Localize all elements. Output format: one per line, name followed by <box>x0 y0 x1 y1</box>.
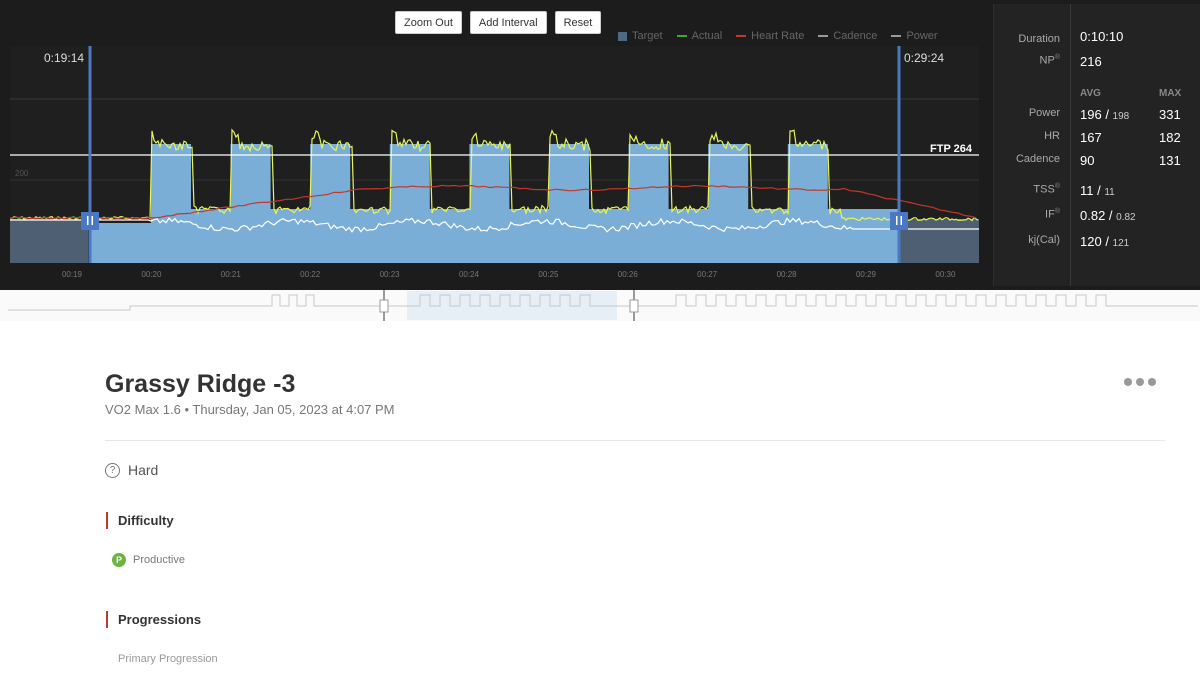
cadence-label: Cadence <box>1015 153 1060 165</box>
legend-marker-icon <box>736 35 747 37</box>
if-label: IF® <box>1045 208 1060 221</box>
avg-header: AVG <box>1080 88 1101 99</box>
selection-end-handle[interactable] <box>890 212 908 230</box>
np-value: 216 <box>1080 54 1102 69</box>
selection-start-time: 0:19:14 <box>44 51 85 65</box>
hr-avg: 167 <box>1080 130 1102 145</box>
y-tick-label: 200 <box>15 169 29 178</box>
selection-end-marker <box>897 46 901 263</box>
x-tick-label: 00:21 <box>221 270 242 279</box>
progressions-title: Progressions <box>106 611 201 628</box>
reset-button[interactable]: Reset <box>554 11 602 34</box>
workout-chart-panel: 00:19 00:20 00:21 00:22 00:23 00:24 00:25 00:26… <box>0 0 1200 290</box>
legend-label: Actual <box>691 30 723 42</box>
duration-label: Duration <box>1018 33 1060 45</box>
power-label: Power <box>1028 107 1060 119</box>
feel-row[interactable]: ? Hard <box>105 462 158 478</box>
difficulty-row: P Productive <box>112 553 185 567</box>
primary-progression-label: Primary Progression <box>118 653 218 665</box>
help-icon: ? <box>105 462 120 478</box>
overview-navigator[interactable] <box>0 290 1200 321</box>
more-options-icon[interactable] <box>1124 378 1156 386</box>
cadence-avg: 90 <box>1080 153 1095 168</box>
legend-label: Heart Rate <box>751 30 805 42</box>
x-tick-label: 00:19 <box>62 270 83 279</box>
x-tick-label: 00:22 <box>300 270 321 279</box>
x-tick-label: 00:28 <box>777 270 798 279</box>
workout-title: Grassy Ridge -3 <box>105 370 296 398</box>
x-tick-label: 00:30 <box>935 270 956 279</box>
legend-item-target[interactable]: Target <box>618 30 663 42</box>
stats-divider <box>1070 4 1071 286</box>
power-chart-svg[interactable]: 00:19 00:20 00:21 00:22 00:23 00:24 00:25 00:26… <box>9 46 979 281</box>
cadence-max: 131 <box>1159 153 1181 168</box>
productive-badge-icon: P <box>112 553 126 567</box>
legend-label: Cadence <box>833 30 878 42</box>
kj-value: 120 / 121 <box>1080 234 1130 249</box>
pause-icon <box>896 216 898 225</box>
legend-item-power[interactable]: Power <box>891 30 938 42</box>
power-chart[interactable]: 00:19 00:20 00:21 00:22 00:23 00:24 00:25 00:26… <box>9 46 979 279</box>
legend-item-cadence[interactable]: Cadence <box>818 30 877 42</box>
duration-value: 0:10:10 <box>1080 29 1124 44</box>
workout-subtitle: VO2 Max 1.6 • Thursday, Jan 05, 2023 at … <box>105 402 395 417</box>
kj-label: kj(Cal) <box>1028 234 1060 246</box>
np-label: NP® <box>1039 54 1060 67</box>
legend-item-heart-rate[interactable]: Heart Rate <box>736 30 804 42</box>
ftp-label: FTP 264 <box>930 143 972 155</box>
target-area <box>90 144 899 263</box>
zoom-out-button[interactable]: Zoom Out <box>395 11 462 34</box>
workout-details: Grassy Ridge -3 VO2 Max 1.6 • Thursday, … <box>0 321 1200 675</box>
difficulty-title: Difficulty <box>106 512 174 529</box>
if-value: 0.82 / 0.82 <box>1080 208 1136 223</box>
legend-marker-icon <box>891 35 902 37</box>
outside-target-left <box>10 219 88 263</box>
x-tick-label: 00:25 <box>538 270 559 279</box>
legend-marker-icon <box>618 31 627 41</box>
tss-value: 11 / 11 <box>1080 183 1115 198</box>
legend-marker-icon <box>818 35 829 37</box>
overview-svg[interactable] <box>0 290 1200 321</box>
pause-icon <box>900 216 902 225</box>
chart-toolbar: Zoom Out Add Interval Reset <box>395 11 602 34</box>
x-tick-label: 00:27 <box>697 270 718 279</box>
outside-target-right <box>900 219 979 263</box>
divider <box>105 440 1165 441</box>
stats-panel: Duration 0:10:10 NP® 216 AVG MAX Power 1… <box>993 4 1200 286</box>
x-tick-label: 00:23 <box>380 270 401 279</box>
x-tick-label: 00:26 <box>618 270 639 279</box>
legend-label: Power <box>906 30 938 42</box>
power-avg: 196 / 198 <box>1080 107 1130 122</box>
selection-end-time: 0:29:24 <box>904 51 945 65</box>
add-interval-button[interactable]: Add Interval <box>469 11 547 34</box>
selection-start-handle[interactable] <box>81 212 99 230</box>
x-tick-label: 00:29 <box>856 270 877 279</box>
feel-value: Hard <box>128 462 159 478</box>
hr-max: 182 <box>1159 130 1181 145</box>
overview-left-grip-icon[interactable] <box>379 299 389 313</box>
legend-label: Target <box>632 30 663 42</box>
pause-icon <box>91 216 93 225</box>
power-max: 331 <box>1159 107 1181 122</box>
overview-right-grip-icon[interactable] <box>629 299 639 313</box>
selection-start-marker <box>88 46 92 263</box>
tss-label: TSS® <box>1033 183 1060 196</box>
max-header: MAX <box>1159 88 1182 99</box>
legend-marker-icon <box>676 35 687 37</box>
x-tick-label: 00:24 <box>459 270 480 279</box>
legend-item-actual[interactable]: Actual <box>676 30 723 42</box>
x-tick-label: 00:20 <box>141 270 162 279</box>
difficulty-value: Productive <box>133 554 185 566</box>
chart-legend: Target Actual Heart Rate Cadence Power <box>618 30 938 42</box>
hr-label: HR <box>1044 130 1060 142</box>
pause-icon <box>87 216 89 225</box>
